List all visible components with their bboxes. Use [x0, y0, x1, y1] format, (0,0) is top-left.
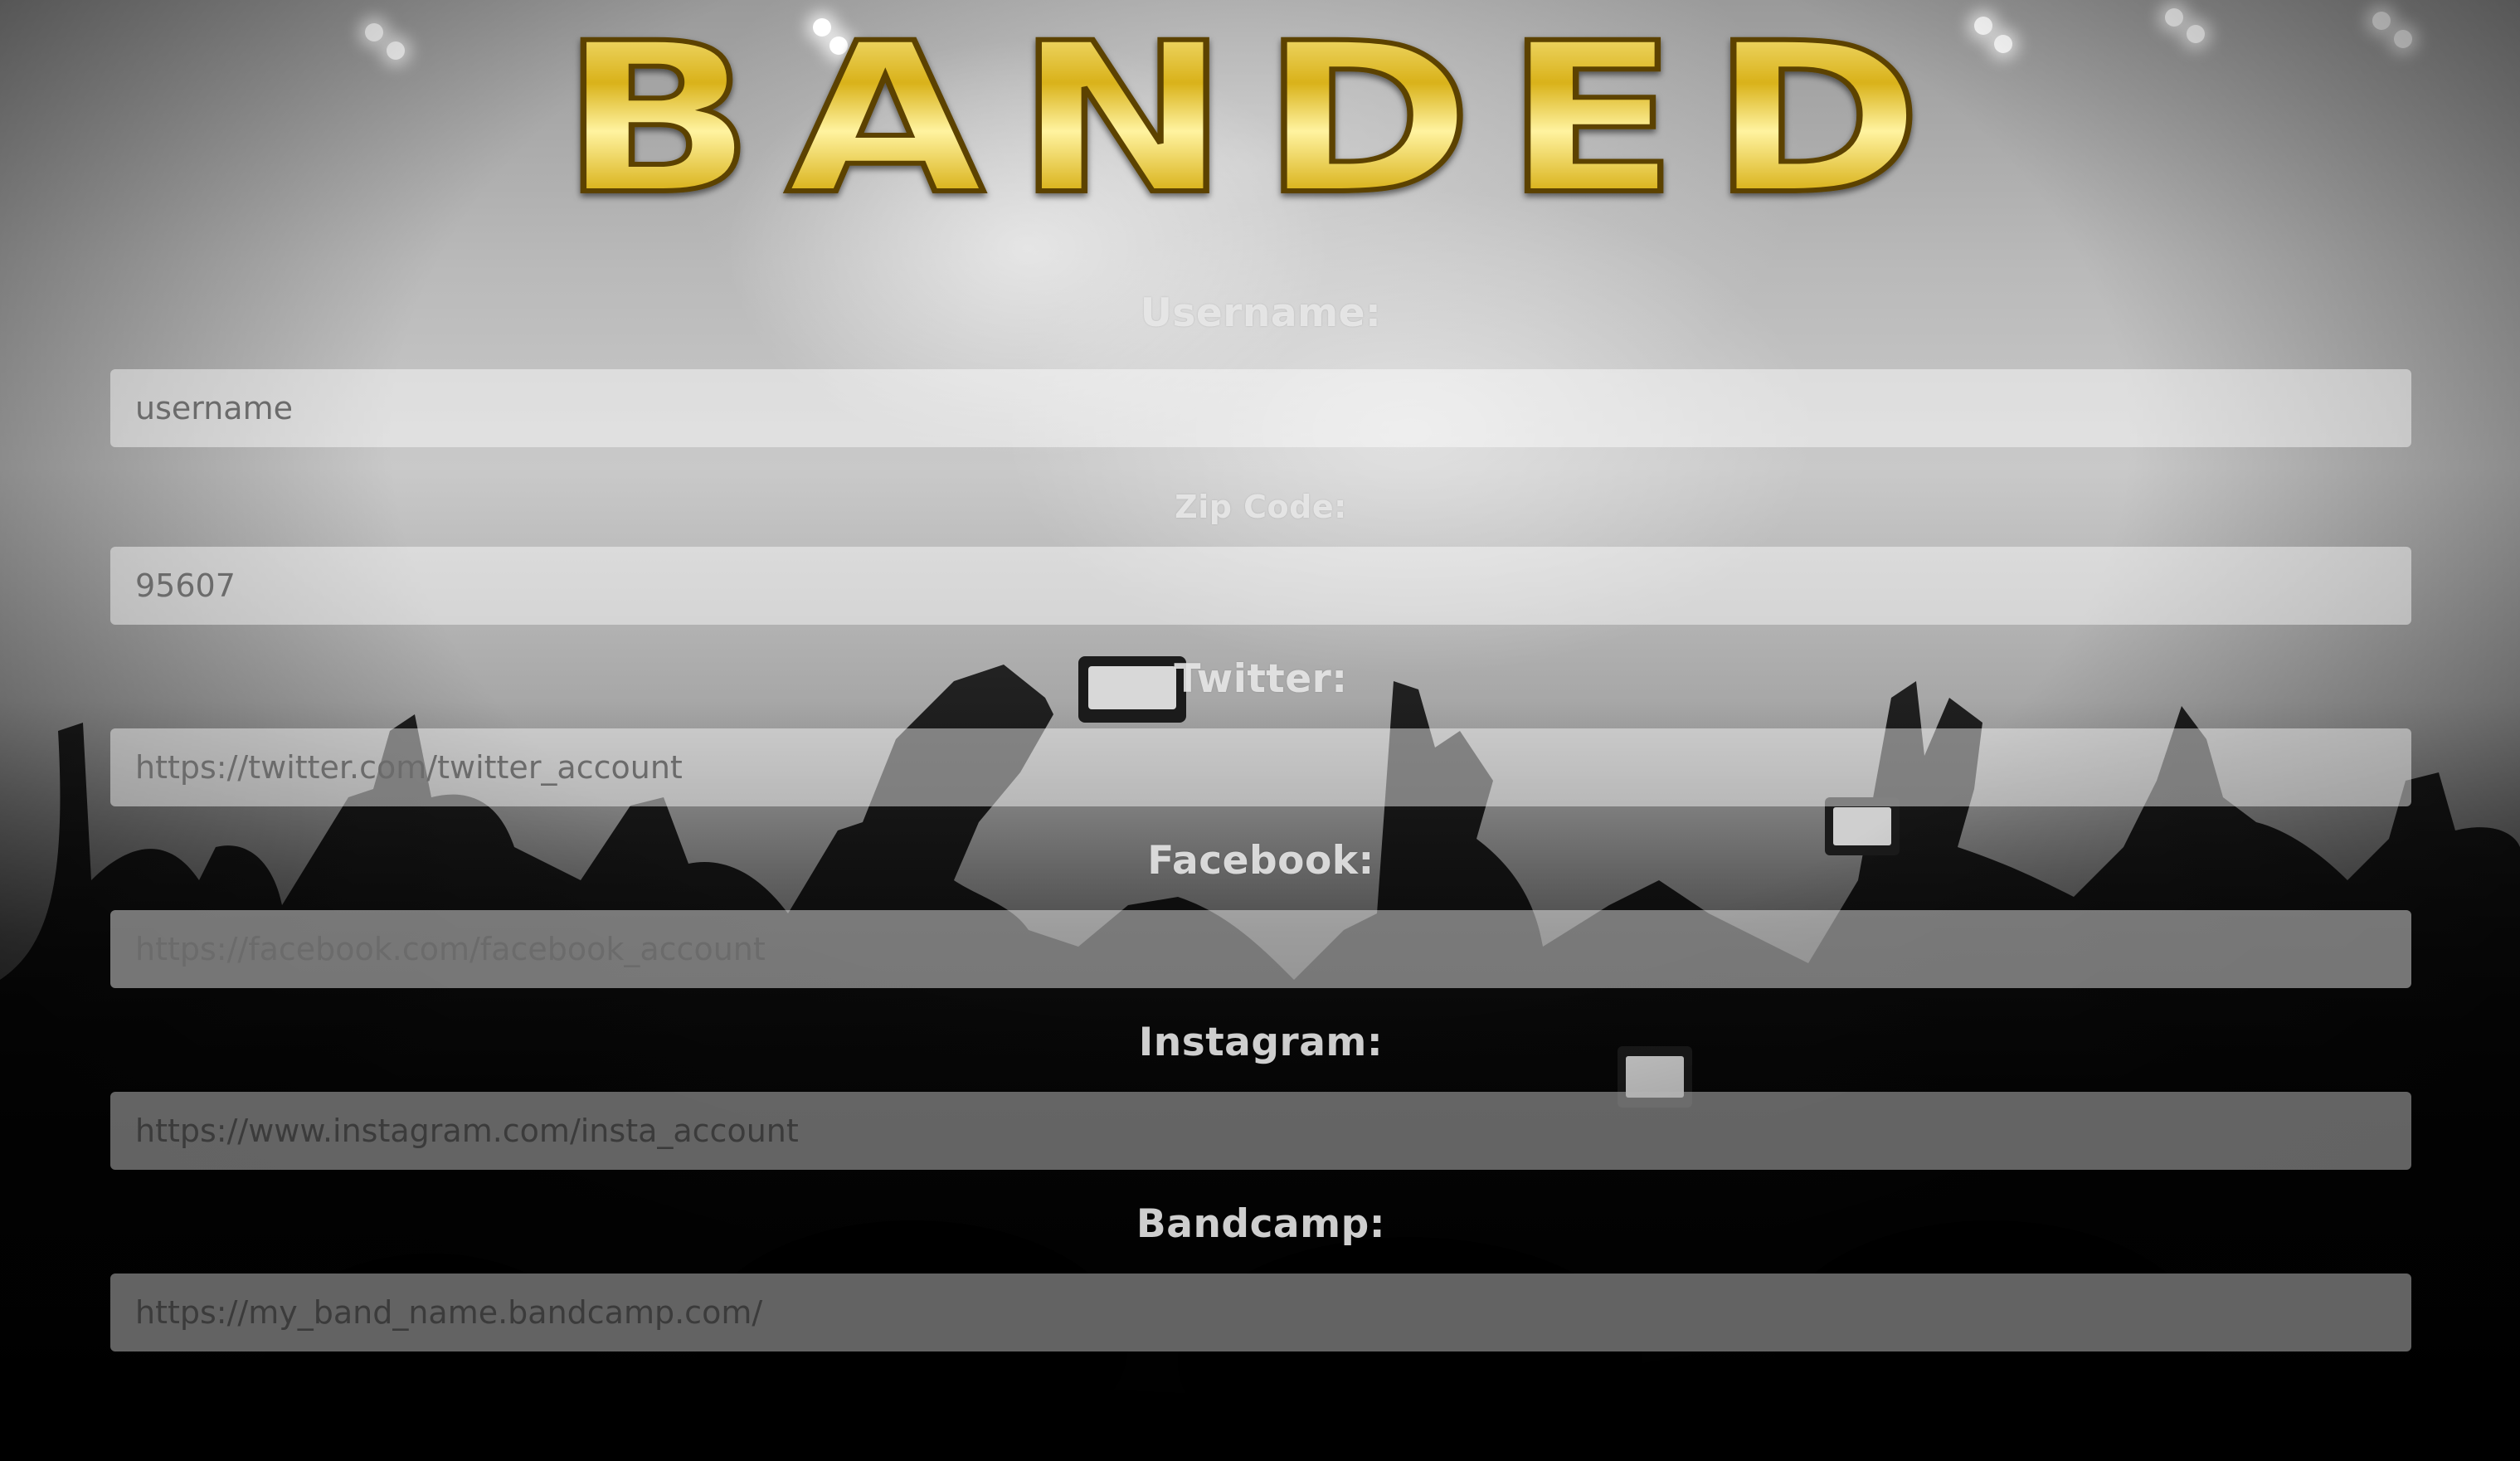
twitter-label: Twitter:: [1174, 656, 1348, 702]
zip-field-group: Zip Code:: [110, 489, 2411, 625]
zip-code-label: Zip Code:: [1175, 489, 1347, 525]
bandcamp-field-group: Bandcamp:: [110, 1201, 2411, 1351]
facebook-label: Facebook:: [1147, 838, 1374, 884]
twitter-field-group: Twitter:: [110, 656, 2411, 806]
logo-text: BANDED: [560, 25, 1953, 216]
username-field-group: Username:: [110, 290, 2411, 447]
twitter-input[interactable]: [110, 728, 2411, 806]
username-input[interactable]: [110, 369, 2411, 447]
facebook-input[interactable]: [110, 910, 2411, 988]
instagram-field-group: Instagram:: [110, 1020, 2411, 1170]
instagram-input[interactable]: [110, 1092, 2411, 1170]
facebook-field-group: Facebook:: [110, 838, 2411, 988]
instagram-label: Instagram:: [1138, 1020, 1384, 1065]
bandcamp-input[interactable]: [110, 1274, 2411, 1351]
zip-code-input[interactable]: [110, 547, 2411, 625]
band-profile-form: Username: Zip Code: Twitter: Facebook: I…: [110, 290, 2411, 1351]
username-label: Username:: [1140, 290, 1382, 336]
bandcamp-label: Bandcamp:: [1136, 1201, 1386, 1247]
banded-logo: BANDED: [557, 25, 1953, 216]
